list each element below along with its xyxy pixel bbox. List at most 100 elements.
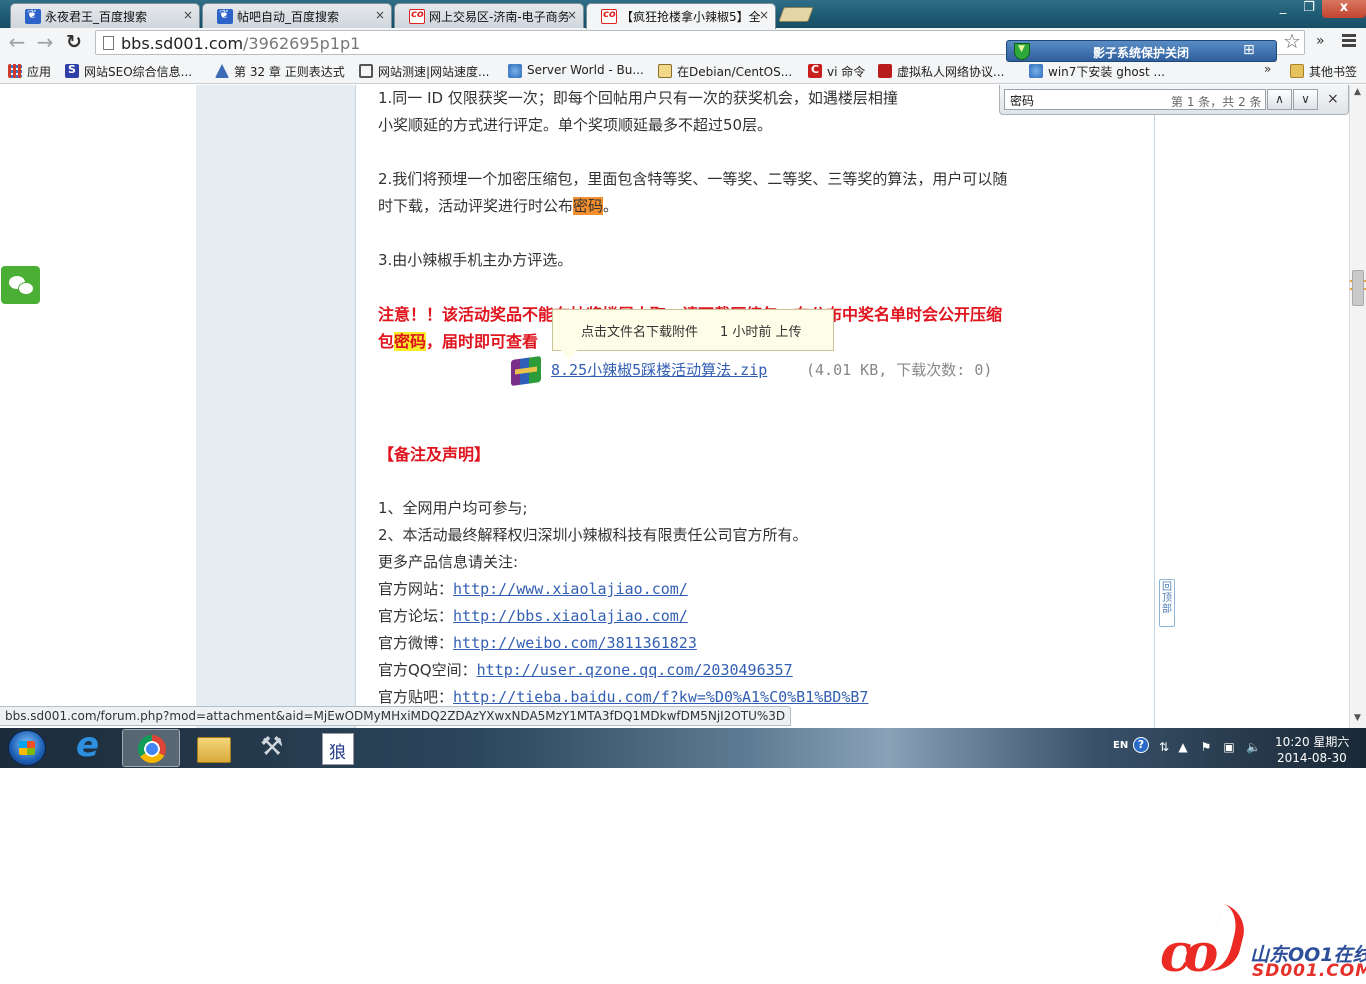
language-indicator[interactable]: EN (1113, 740, 1128, 768)
reload-icon[interactable]: ↻ (62, 31, 86, 55)
bookmark-label: 应用 (27, 65, 52, 79)
input-method-icon[interactable]: 狼 (308, 729, 366, 767)
screen: 永夜君王_百度搜索 × 帖吧自动_百度搜索 × 网上交易区-济南-电子商务 × … (0, 0, 1366, 768)
link-row-website: 官方网站：http://www.xiaolajiao.com/ (378, 576, 1138, 603)
official-website-link[interactable]: http://www.xiaolajiao.com/ (453, 580, 688, 598)
more-info: 更多产品信息请关注: (378, 553, 519, 571)
new-tab-button[interactable] (778, 7, 814, 22)
maximize-button[interactable]: ❐ (1296, 0, 1322, 18)
pin-icon[interactable]: ⊞ (1243, 42, 1255, 58)
official-tieba-link[interactable]: http://tieba.baidu.com/f?kw=%D0%A1%C0%B1… (453, 688, 868, 706)
vertical-scrollbar[interactable]: ▲ ▼ (1349, 85, 1366, 728)
bookmark-star-icon[interactable]: ☆ (1283, 29, 1301, 53)
show-hidden-icons[interactable]: ▲ (1176, 740, 1190, 754)
ie-icon[interactable] (62, 725, 120, 767)
watermark-en: SD001.COM (1252, 961, 1366, 981)
url-text[interactable]: bbs.sd001.com/3962695p1p1 (121, 34, 360, 53)
eye-icon (359, 64, 373, 78)
bookmark-seo[interactable]: 网站SEO综合信息... (65, 63, 192, 79)
forward-arrow-icon[interactable]: → (33, 31, 57, 55)
bookmark-label: vi 命令 (827, 65, 866, 79)
logo-mark: co (1160, 923, 1218, 984)
extension-title: 影子系统保护关闭 (1093, 46, 1190, 60)
c-icon (808, 63, 822, 78)
extensions-overflow-icon[interactable]: » (1316, 33, 1325, 49)
tab-yongye[interactable]: 永夜君王_百度搜索 × (10, 3, 200, 28)
menu-icon[interactable] (1342, 34, 1356, 48)
rule-1-line-b: 小奖顺延的方式进行评定。单个奖项顺延最多不超过50层。 (378, 116, 773, 134)
rule-3: 3.由小辣椒手机主办方评选。 (378, 251, 573, 269)
sd001-watermark: co 山东OO1在线 SD001.COM (1140, 903, 1366, 984)
chrome-icon[interactable] (122, 729, 180, 767)
back-to-top-button[interactable]: 回顶部 (1159, 579, 1175, 627)
network-icon[interactable]: ▣ (1222, 740, 1236, 754)
explorer-icon[interactable] (184, 729, 242, 767)
action-center-icon[interactable]: ⚑ (1199, 740, 1213, 754)
input-tool-icon[interactable]: ⇅ (1157, 740, 1171, 754)
window-close-button[interactable]: x (1322, 0, 1366, 18)
bookmarks-overflow-icon[interactable]: » (1264, 62, 1271, 76)
scroll-thumb[interactable] (1352, 270, 1364, 306)
bookmark-serverworld[interactable]: Server World - Bu... (508, 63, 644, 79)
attachment-link[interactable]: 8.25小辣椒5踩楼活动算法.zip (551, 359, 767, 380)
tab-title: 【疯狂抢楼拿小辣椒5】全 (621, 10, 761, 24)
help-icon[interactable]: ? (1133, 737, 1149, 753)
find-next-button[interactable]: ∨ (1293, 89, 1318, 110)
find-bar: 密码 第 1 条，共 2 条 ∧ ∨ × (999, 85, 1349, 115)
book-icon (215, 64, 229, 78)
bookmark-debian[interactable]: 在Debian/CentOS... (658, 63, 792, 79)
clock-date[interactable]: 2014-08-30 (1277, 751, 1347, 768)
tab-title: 网上交易区-济南-电子商务 (429, 10, 570, 24)
bookmark-speedtest[interactable]: 网站测速|网站速度... (359, 63, 490, 79)
baidu-paw-icon (25, 7, 41, 24)
rule-2-line-b: 时下载，活动评奖进行时公布密码。 (378, 193, 1138, 220)
bookmark-regex[interactable]: 第 32 章 正则表达式 (215, 63, 345, 79)
tab-strip: 永夜君王_百度搜索 × 帖吧自动_百度搜索 × 网上交易区-济南-电子商务 × … (0, 0, 1366, 29)
page-viewport: 1.同一 ID 仅限获奖一次；即每个回帖用户只有一次的获奖机会，如遇楼层相撞 小… (0, 85, 1349, 728)
status-bubble: bbs.sd001.com/forum.php?mod=attachment&a… (0, 706, 792, 726)
remark-2: 2、本活动最终解释权归深圳小辣椒科技有限责任公司官方所有。 (378, 526, 808, 544)
tab-trade[interactable]: 网上交易区-济南-电子商务 × (394, 3, 584, 28)
seo-s-icon (65, 63, 79, 78)
wiki-icon (1029, 64, 1043, 78)
scroll-down-icon[interactable]: ▼ (1354, 713, 1361, 723)
bookmark-vpn[interactable]: 虚拟私人网络协议... (878, 63, 1004, 79)
link-label: 官方网站： (378, 580, 454, 598)
official-weibo-link[interactable]: http://weibo.com/3811361823 (453, 634, 697, 652)
bookmark-label: 网站SEO综合信息... (84, 65, 193, 79)
tab-close-icon[interactable]: × (183, 8, 193, 22)
find-prev-button[interactable]: ∧ (1267, 89, 1292, 110)
tab-active-post[interactable]: 【疯狂抢楼拿小辣椒5】全 × (586, 3, 776, 29)
folder-icon (1290, 64, 1304, 78)
rule-2-line-a: 2.我们将预埋一个加密压缩包，里面包含特等奖、一等奖、二等奖、三等奖的算法，用户… (378, 170, 1008, 188)
minimize-button[interactable]: _ (1270, 0, 1296, 18)
notice-end: ，届时即可查看 (426, 332, 539, 351)
bookmark-vi[interactable]: vi 命令 (808, 63, 865, 79)
back-arrow-icon[interactable]: ← (5, 31, 29, 55)
tab-close-icon[interactable]: × (375, 8, 385, 22)
other-bookmarks[interactable]: 其他书签 (1290, 63, 1357, 79)
volume-muted-icon[interactable]: 🔈 (1246, 740, 1261, 754)
sd001-icon (409, 9, 425, 24)
bookmark-ghost[interactable]: win7下安装 ghost ... (1029, 63, 1165, 79)
pdf-icon (878, 64, 892, 78)
scroll-up-icon[interactable]: ▲ (1354, 87, 1361, 97)
tools-icon[interactable] (246, 729, 304, 767)
tab-tieba[interactable]: 帖吧自动_百度搜索 × (202, 3, 392, 28)
bookmark-label: 第 32 章 正则表达式 (234, 65, 345, 79)
url-domain: bbs.sd001.com (121, 34, 244, 53)
bookmark-label: 虚拟私人网络协议... (897, 65, 1005, 79)
tab-close-icon[interactable]: × (567, 8, 577, 22)
page-icon (103, 36, 114, 50)
shadow-system-extension[interactable]: 影子系统保护关闭 ⊞ (1006, 40, 1277, 62)
attachment-tooltip: 点击文件名下载附件 1 小时前 上传 (552, 309, 834, 360)
link-row-forum: 官方论坛：http://bbs.xiaolajiao.com/ (378, 603, 1138, 630)
start-button[interactable] (8, 730, 46, 766)
other-bookmarks-label: 其他书签 (1309, 65, 1358, 79)
official-forum-link[interactable]: http://bbs.xiaolajiao.com/ (453, 607, 688, 625)
bookmark-apps[interactable]: 应用 (8, 63, 51, 79)
wechat-share-icon[interactable] (1, 266, 40, 304)
official-qzone-link[interactable]: http://user.qzone.qq.com/2030496357 (477, 661, 793, 679)
find-close-icon[interactable]: × (1327, 91, 1339, 107)
tab-close-icon[interactable]: × (759, 8, 769, 22)
